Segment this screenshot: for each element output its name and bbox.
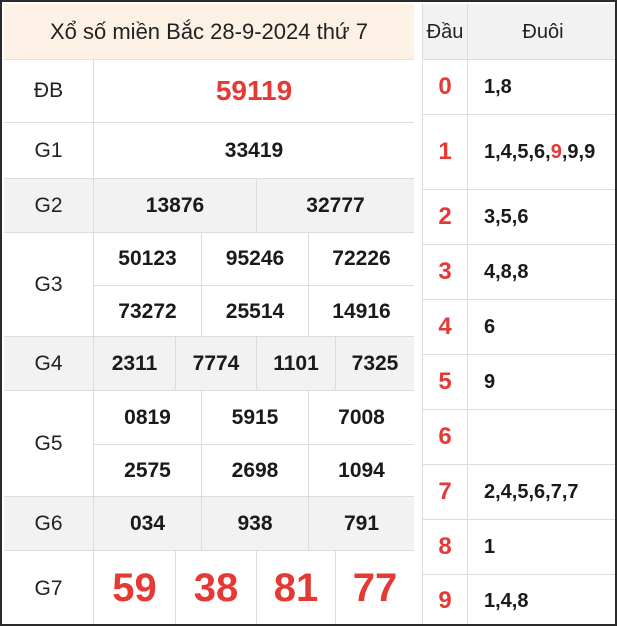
loto-head: 1 [438,138,452,165]
loto-row-2: 2 3,5,6 [423,190,615,245]
loto-tail-highlight: 9 [550,141,562,163]
g6-number: 034 [129,511,166,535]
prize-label-g4: G4 [4,337,94,390]
loto-tail: 6 [467,300,615,354]
g5-number: 5915 [201,391,308,444]
special-prize-number: 59119 [215,75,293,106]
loto-tail-part: 1,4,5,6, [484,141,551,163]
prize-label-g2: G2 [4,179,94,232]
prize-row-g1: G1 33419 [4,123,414,179]
loto-head: 9 [438,586,452,614]
prize-label-g3: G3 [4,233,94,336]
g7-number: 38 [175,551,256,624]
g1-number: 33419 [224,138,284,162]
g5-number: 1094 [308,444,414,497]
loto-row-0: 0 1,8 [423,60,615,115]
g4-number: 2311 [111,351,158,375]
g5-number: 7008 [308,391,414,444]
prize-row-g2: G2 13876 32777 [4,179,414,233]
loto-head: 3 [438,258,452,285]
g3-number: 72226 [308,233,414,285]
loto-tail: 4,8,8 [467,245,615,299]
prize-label-g1: G1 [4,123,94,178]
loto-head: 6 [438,423,452,450]
prize-label-db: ĐB [4,60,94,122]
loto-head: 4 [438,313,452,340]
loto-tail: 2,4,5,6,7,7 [467,465,615,519]
prize-row-g7: G7 59 38 81 77 [4,551,414,624]
loto-head: 7 [438,478,452,505]
g3-number: 50123 [118,247,177,270]
prize-label-g7: G7 [4,551,94,624]
g5-number: 2698 [201,444,308,497]
loto-tail [467,410,615,464]
prize-row-g6: G6 034 938 791 [4,497,414,551]
loto-tail: 3,5,6 [467,190,615,244]
loto-head: 8 [438,533,452,560]
g4-number: 7774 [175,337,256,390]
prize-row-db: ĐB 59119 [4,60,414,123]
g4-number: 7325 [335,337,414,390]
g3-number: 95246 [201,233,308,285]
g2-number: 32777 [256,179,414,232]
g6-number: 938 [201,497,308,550]
loto-tail: 1,4,8 [467,575,615,624]
g2-number: 13876 [145,193,205,217]
header-dau: Đầu [426,20,464,43]
g7-number: 77 [335,551,414,624]
prize-row-g4: G4 2311 7774 1101 7325 [4,337,414,391]
g3-number: 14916 [308,285,414,337]
prize-table: Xổ số miền Bắc 28-9-2024 thứ 7 ĐB 59119 … [4,4,414,624]
loto-head: 2 [438,203,452,230]
prize-row-g5: G5 0819 5915 7008 2575 2698 1094 [4,391,414,497]
prize-row-g3: G3 50123 95246 72226 73272 25514 14916 [4,233,414,337]
loto-tail: 1 [467,520,615,574]
g4-number: 1101 [256,337,335,390]
g3-number: 25514 [201,285,308,337]
g3-number: 73272 [94,285,201,337]
loto-head: 0 [438,73,452,100]
loto-tail: 1,8 [467,60,615,114]
g5-number: 2575 [94,444,201,497]
g7-number: 59 [112,566,157,610]
loto-row-7: 7 2,4,5,6,7,7 [423,465,615,520]
header-duoi: Đuôi [467,4,615,60]
loto-row-9: 9 1,4,8 [423,575,615,624]
loto-tail-part: ,9,9 [561,141,596,163]
loto-row-6: 6 [423,410,615,465]
loto-row-8: 8 1 [423,520,615,575]
g5-number: 0819 [124,405,171,429]
loto-table: Đầu Đuôi 0 1,8 1 1,4,5,6,9,9,9 2 3,5,6 3… [422,4,615,624]
result-title: Xổ số miền Bắc 28-9-2024 thứ 7 [4,4,414,60]
prize-label-g6: G6 [4,497,94,550]
g6-number: 791 [308,497,414,550]
loto-row-1: 1 1,4,5,6,9,9,9 [423,115,615,190]
loto-head: 5 [438,368,452,395]
loto-row-4: 4 6 [423,300,615,355]
loto-row-3: 3 4,8,8 [423,245,615,300]
prize-label-g5: G5 [4,391,94,496]
loto-tail: 1,4,5,6,9,9,9 [467,115,615,189]
lottery-result-frame: Xổ số miền Bắc 28-9-2024 thứ 7 ĐB 59119 … [0,0,617,626]
loto-header: Đầu Đuôi [423,4,615,60]
loto-tail: 9 [467,355,615,409]
g7-number: 81 [256,551,335,624]
loto-row-5: 5 9 [423,355,615,410]
